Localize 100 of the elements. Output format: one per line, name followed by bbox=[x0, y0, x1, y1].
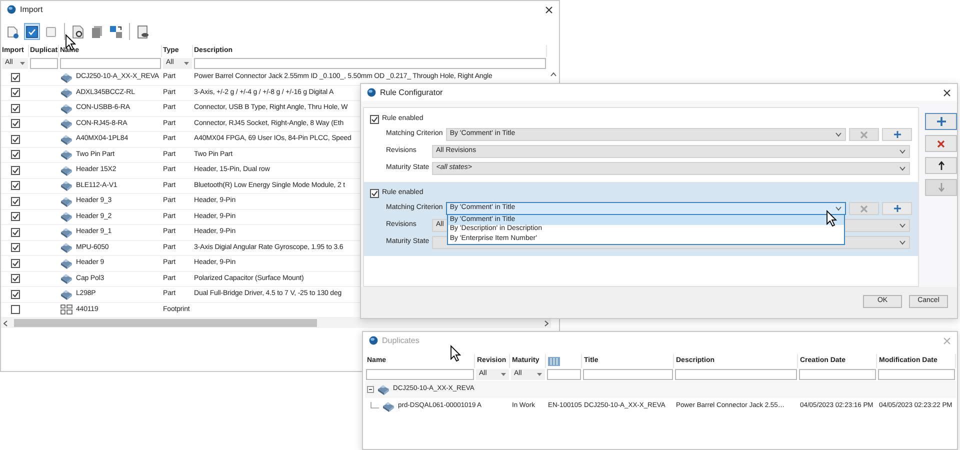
checkbox[interactable] bbox=[11, 88, 20, 98]
swap-icon bbox=[109, 24, 123, 38]
scrollbar-thumb[interactable] bbox=[14, 319, 318, 327]
add-button[interactable] bbox=[925, 113, 957, 130]
part-icon bbox=[60, 226, 73, 238]
part-icon bbox=[60, 211, 73, 222]
checkbox[interactable] bbox=[370, 114, 379, 124]
filter-field[interactable] bbox=[799, 369, 876, 380]
part-icon bbox=[60, 87, 73, 98]
plus-icon bbox=[892, 204, 902, 213]
check-icon bbox=[12, 275, 19, 282]
checkbox[interactable] bbox=[11, 228, 20, 237]
arrow-up-icon bbox=[938, 161, 944, 170]
collapse-icon[interactable] bbox=[367, 386, 374, 393]
app-icon bbox=[367, 88, 376, 97]
clear-icon bbox=[860, 204, 868, 212]
filter-field[interactable] bbox=[60, 58, 161, 69]
delete-icon bbox=[937, 140, 945, 148]
cursor-icon bbox=[450, 345, 461, 362]
checkbox[interactable] bbox=[11, 119, 20, 128]
clear-icon bbox=[860, 130, 868, 138]
check-icon bbox=[12, 290, 19, 298]
checkbox[interactable] bbox=[11, 243, 20, 252]
checkbox[interactable] bbox=[11, 212, 20, 222]
checkbox[interactable] bbox=[11, 290, 20, 299]
toolbar-button[interactable] bbox=[108, 23, 124, 40]
footprint-icon bbox=[60, 304, 73, 316]
checkbox[interactable] bbox=[11, 181, 20, 190]
arrow-down-icon bbox=[938, 183, 944, 192]
part-icon bbox=[60, 180, 73, 192]
caret-icon bbox=[20, 62, 25, 65]
window-title: Import bbox=[20, 4, 44, 14]
close-icon[interactable] bbox=[943, 88, 951, 96]
checkbox[interactable] bbox=[11, 274, 20, 284]
add-criterion-button[interactable] bbox=[882, 128, 912, 141]
chevron-down-icon bbox=[835, 206, 842, 211]
filter-field[interactable] bbox=[194, 58, 546, 69]
filter-field[interactable] bbox=[583, 369, 673, 380]
document-icon bbox=[6, 24, 20, 38]
check-icon bbox=[12, 151, 19, 158]
part-icon bbox=[60, 196, 73, 207]
checkbox[interactable] bbox=[11, 72, 20, 82]
chevron-down-icon bbox=[899, 149, 906, 154]
filter-field[interactable] bbox=[675, 369, 797, 380]
close-icon[interactable] bbox=[545, 6, 553, 14]
part-icon bbox=[60, 242, 73, 254]
cursor-icon bbox=[826, 210, 837, 227]
filter-field[interactable] bbox=[547, 369, 581, 380]
chevron-down-icon bbox=[835, 132, 842, 137]
window-title: Rule Configurator bbox=[380, 88, 444, 98]
part-icon bbox=[382, 401, 395, 412]
chevron-down-icon bbox=[899, 166, 906, 171]
document-search-icon bbox=[71, 24, 85, 38]
check-icon bbox=[12, 198, 19, 205]
window-title: Duplicates bbox=[382, 336, 420, 346]
chevron-down-icon bbox=[899, 240, 906, 245]
columns-icon[interactable] bbox=[548, 356, 560, 366]
filter-field[interactable] bbox=[30, 58, 58, 69]
part-icon bbox=[60, 164, 73, 176]
add-criterion-button[interactable] bbox=[882, 202, 912, 215]
part-icon bbox=[60, 258, 73, 269]
part-icon bbox=[60, 102, 73, 114]
checkbox[interactable] bbox=[11, 104, 20, 113]
check-icon bbox=[371, 116, 378, 122]
scroll-up-icon[interactable] bbox=[550, 72, 556, 77]
scroll-right-icon[interactable] bbox=[544, 320, 549, 326]
documents-icon bbox=[90, 24, 104, 38]
up-button[interactable] bbox=[925, 157, 957, 174]
check-icon bbox=[12, 120, 19, 128]
caret-icon bbox=[184, 62, 189, 65]
document-eye-icon bbox=[136, 24, 150, 38]
app-icon bbox=[369, 336, 378, 345]
part-icon bbox=[377, 384, 390, 395]
checkbox-icon bbox=[44, 24, 58, 38]
check-icon bbox=[12, 260, 19, 267]
part-icon bbox=[60, 134, 73, 145]
checkbox[interactable] bbox=[11, 196, 20, 206]
scroll-left-icon[interactable] bbox=[3, 320, 8, 326]
checkbox[interactable] bbox=[11, 258, 20, 268]
filter-field[interactable] bbox=[366, 369, 474, 380]
checkbox[interactable] bbox=[11, 166, 20, 175]
plus-icon bbox=[892, 130, 902, 139]
checkbox[interactable] bbox=[11, 134, 20, 144]
check-icon bbox=[371, 190, 378, 196]
delete-button[interactable] bbox=[925, 135, 957, 152]
part-icon bbox=[60, 72, 73, 83]
filter-field[interactable] bbox=[878, 369, 955, 380]
checkbox[interactable] bbox=[370, 188, 379, 198]
checkbox-icon bbox=[25, 24, 39, 38]
part-icon bbox=[60, 149, 73, 160]
check-icon bbox=[12, 74, 19, 81]
toolbar-button[interactable] bbox=[70, 23, 86, 40]
part-icon bbox=[60, 288, 73, 300]
checkbox[interactable] bbox=[11, 305, 20, 314]
check-icon bbox=[12, 136, 19, 143]
toolbar-button[interactable] bbox=[24, 23, 40, 40]
checkbox[interactable] bbox=[11, 150, 20, 160]
toolbar-button[interactable] bbox=[135, 23, 151, 40]
app-icon bbox=[7, 5, 16, 14]
check-icon bbox=[12, 182, 19, 190]
